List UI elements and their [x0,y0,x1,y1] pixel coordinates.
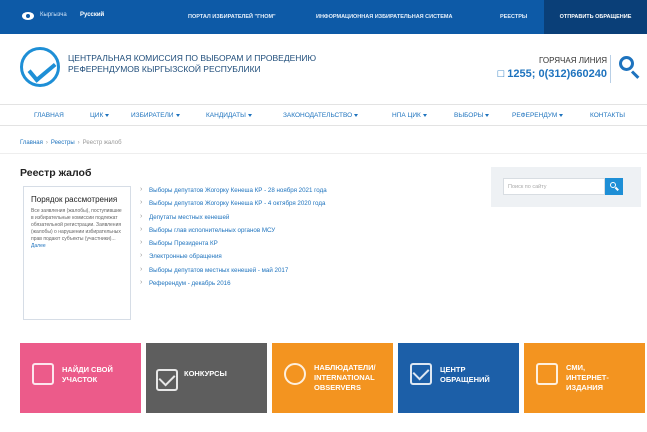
nav-item-legislation[interactable]: ЗАКОНОДАТЕЛЬСТВО [283,112,359,119]
procedure-text: Все заявления (жалобы), поступившие в из… [31,208,123,250]
procedure-more-link[interactable]: Далее [31,243,46,249]
top-bar: Кыргызча Русский ПОРТАЛ ИЗБИРАТЕЛЕЙ "ГНО… [0,0,647,34]
nav-item-contacts[interactable]: КОНТАКТЫ [590,112,625,119]
divider [0,153,647,154]
nav-label: ЦИК [90,112,104,119]
tile-label: ЦЕНТР ОБРАЩЕНИЙ [440,365,490,384]
nav-item-candidates[interactable]: КАНДИДАТЫ [206,112,252,119]
phone-icon: □ [497,68,505,80]
hotline-phone-number: 1255; 0(312)660240 [507,68,607,80]
envelope-icon [156,369,178,391]
breadcrumb-separator: › [77,140,80,146]
newspaper-icon [536,363,558,385]
lang-kyrgyz[interactable]: Кыргызча [40,12,67,18]
tile-label: КОНКУРСЫ [184,369,227,378]
nav-label: НПА ЦИК [392,112,421,119]
site-search-input[interactable]: Поиск по сайту [503,178,605,195]
hotline-label: ГОРЯЧАЯ ЛИНИЯ [538,56,607,65]
tile-appeals-center[interactable]: ЦЕНТР ОБРАЩЕНИЙ [398,343,519,413]
chevron-down-icon [559,113,564,117]
procedure-body: Все заявления (жалобы), поступившие в из… [31,208,122,242]
tile-label: НАЙДИ СВОЙ УЧАСТОК [62,365,113,384]
chevron-down-icon [422,113,427,117]
tile-label: СМИ, ИНТЕРНЕТ- ИЗДАНИЯ [566,363,609,392]
send-appeal-button[interactable]: ОТПРАВИТЬ ОБРАЩЕНИЕ [544,0,647,34]
top-link-info-system[interactable]: ИНФОРМАЦИОННАЯ ИЗБИРАТЕЛЬНАЯ СИСТЕМА [316,14,453,20]
station-icon [32,363,54,385]
nav-label: КАНДИДАТЫ [206,112,246,119]
nav-item-voters[interactable]: ИЗБИРАТЕЛИ [131,112,180,119]
tile-label: НАБЛЮДАТЕЛИ/ INTERNATIONAL OBSERVERS [314,363,376,392]
list-item[interactable]: Выборы депутатов местных кенешей - май 2… [140,266,327,280]
main-nav: ГЛАВНАЯ ЦИК ИЗБИРАТЕЛИ КАНДИДАТЫ ЗАКОНОД… [0,104,647,126]
chevron-down-icon [354,113,359,117]
list-item[interactable]: Выборы Президента КР [140,239,327,253]
chevron-down-icon [175,113,180,117]
top-link-voter-portal[interactable]: ПОРТАЛ ИЗБИРАТЕЛЕЙ "ГНОМ" [188,14,276,20]
nav-item-home[interactable]: ГЛАВНАЯ [34,112,64,119]
list-item[interactable]: Депутаты местных кенешей [140,213,327,227]
breadcrumb: Главная › Реестры › Реестр жалоб [20,140,122,146]
tile-find-station[interactable]: НАЙДИ СВОЙ УЧАСТОК [20,343,141,413]
chevron-down-icon [105,113,110,117]
list-item[interactable]: Электронные обращения [140,252,327,266]
list-item[interactable]: Выборы депутатов Жогорку Кенеша КР - 28 … [140,186,327,200]
nav-item-cec[interactable]: ЦИК [90,112,110,119]
chevron-down-icon [485,113,490,117]
chevron-down-icon [247,113,252,117]
breadcrumb-current: Реестр жалоб [82,140,122,146]
magnifier-icon [284,363,306,385]
header-divider [610,55,611,83]
nav-item-elections[interactable]: ВЫБОРЫ [454,112,490,119]
cec-logo[interactable] [20,47,60,87]
nav-label: ИЗБИРАТЕЛИ [131,112,174,119]
breadcrumb-registries[interactable]: Реестры [51,140,75,146]
nav-label: КОНТАКТЫ [590,112,626,119]
lang-russian[interactable]: Русский [80,12,104,18]
procedure-title: Порядок рассмотрения [31,195,118,204]
tile-media[interactable]: СМИ, ИНТЕРНЕТ- ИЗДАНИЯ [524,343,645,413]
nav-label: ВЫБОРЫ [454,112,484,119]
hotline-phone: □ 1255; 0(312)660240 [498,68,607,80]
list-item[interactable]: Выборы глав исполнительных органов МСУ [140,226,327,240]
top-link-registries[interactable]: РЕЕСТРЫ [500,14,527,20]
nav-item-npa[interactable]: НПА ЦИК [392,112,427,119]
nav-item-referendum[interactable]: РЕФЕРЕНДУМ [512,112,564,119]
page-title: Реестр жалоб [20,167,92,179]
list-item[interactable]: Выборы депутатов Жогорку Кенеша КР - 4 о… [140,199,327,213]
accessibility-eye-icon[interactable] [22,12,34,20]
breadcrumb-home[interactable]: Главная [20,140,43,146]
nav-label: РЕФЕРЕНДУМ [512,112,558,119]
org-name[interactable]: ЦЕНТРАЛЬНАЯ КОМИССИЯ ПО ВЫБОРАМ И ПРОВЕД… [68,53,318,75]
envelope-icon [410,363,432,385]
tile-observers[interactable]: НАБЛЮДАТЕЛИ/ INTERNATIONAL OBSERVERS [272,343,393,413]
site-search-button[interactable] [605,178,623,195]
tile-contests[interactable]: КОНКУРСЫ [146,343,267,413]
list-item[interactable]: Референдум - декабрь 2016 [140,279,327,293]
header-search-icon[interactable] [619,56,641,79]
nav-label: ГЛАВНАЯ [34,112,64,119]
complaints-list: Выборы депутатов Жогорку Кенеша КР - 28 … [140,186,327,293]
breadcrumb-separator: › [45,140,48,146]
nav-label: ЗАКОНОДАТЕЛЬСТВО [283,112,353,119]
sidebar-search: Поиск по сайту [491,167,641,207]
procedure-box: Порядок рассмотрения Все заявления (жало… [23,186,131,320]
